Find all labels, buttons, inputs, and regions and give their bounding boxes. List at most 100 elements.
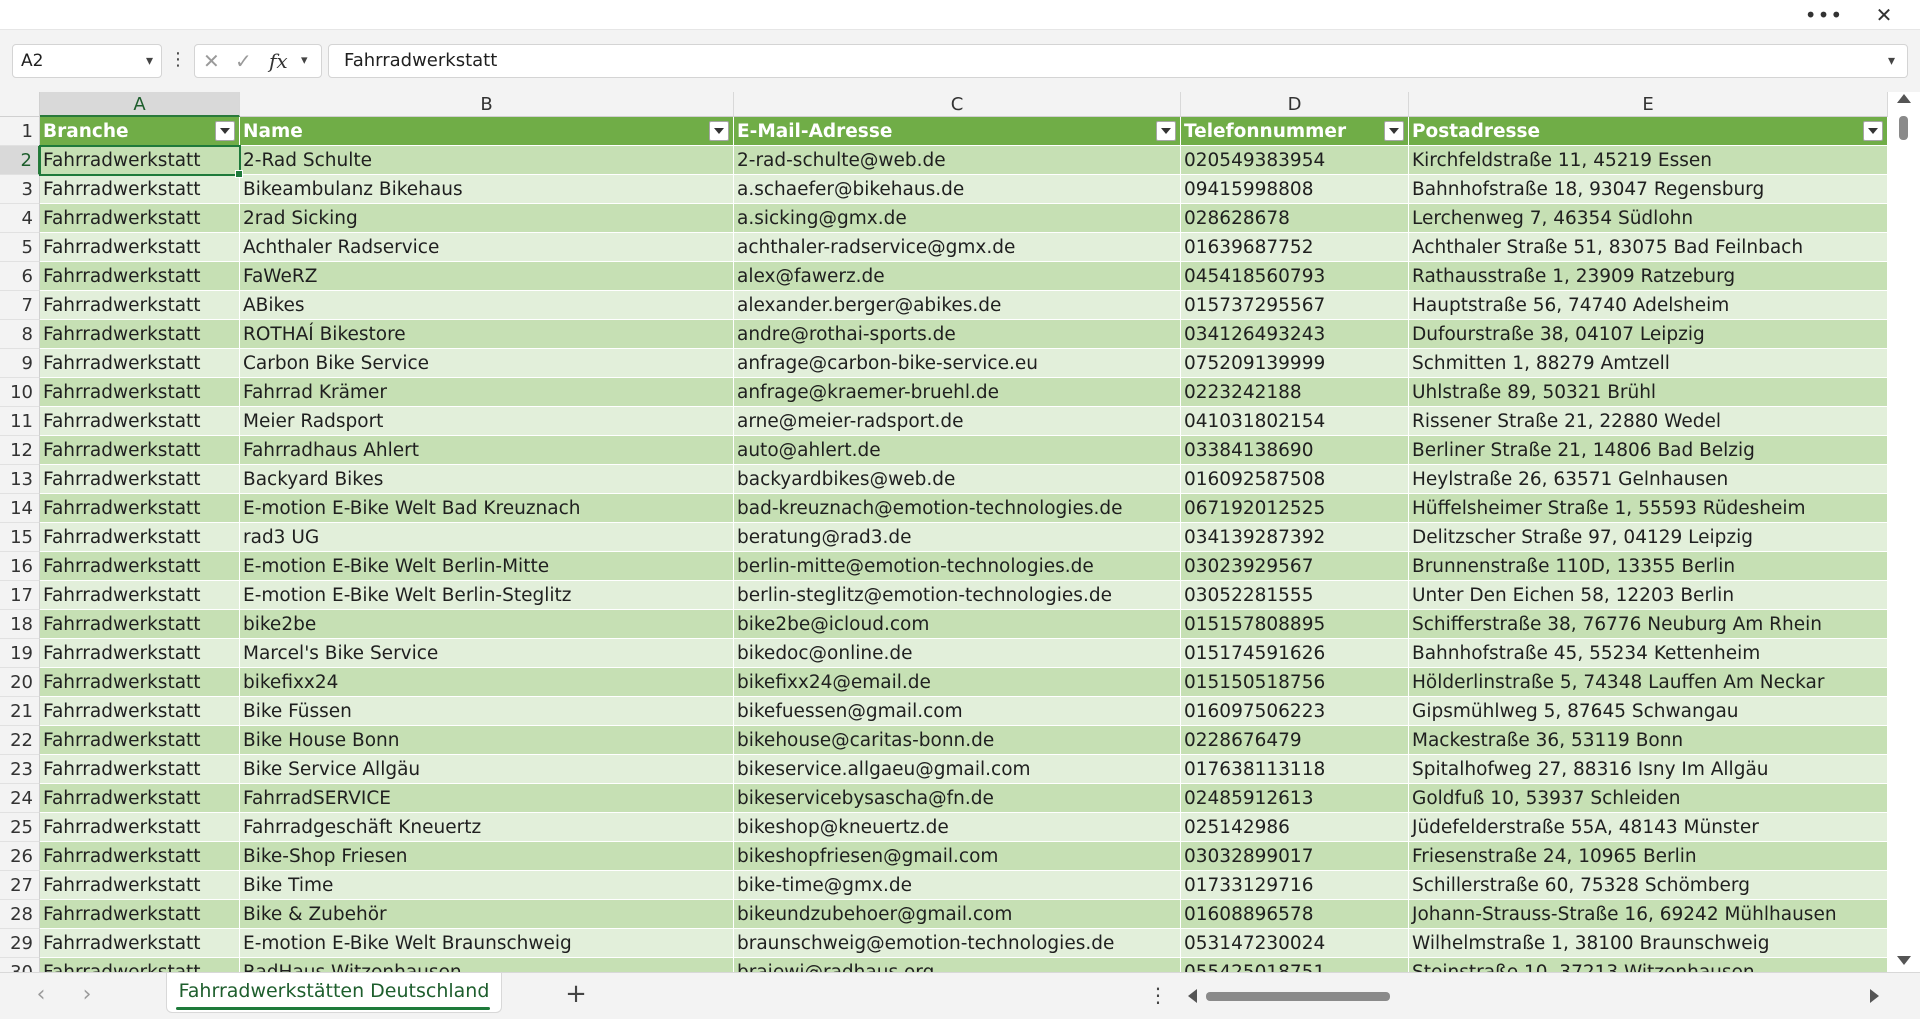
filter-dropdown-icon[interactable] [215, 121, 235, 141]
row-header[interactable]: 4 [0, 204, 40, 233]
vertical-dots-icon[interactable]: ⋮ [168, 44, 188, 78]
table-cell[interactable]: Fahrradwerkstatt [40, 581, 240, 610]
table-cell[interactable]: ROTHAÍ Bikestore [240, 320, 734, 349]
chevron-down-icon[interactable]: ▾ [146, 45, 153, 77]
table-cell[interactable]: berlin-steglitz@emotion-technologies.de [734, 581, 1181, 610]
scroll-down-arrow-icon[interactable] [1897, 956, 1911, 965]
column-header-e[interactable]: E [1409, 92, 1888, 117]
table-cell[interactable]: braunschweig@emotion-technologies.de [734, 929, 1181, 958]
table-cell[interactable]: 034126493243 [1181, 320, 1409, 349]
table-cell[interactable]: Steinstraße 10, 37213 Witzenhausen [1409, 958, 1888, 972]
row-header[interactable]: 7 [0, 291, 40, 320]
row-header[interactable]: 23 [0, 755, 40, 784]
table-cell[interactable]: Heylstraße 26, 63571 Gelnhausen [1409, 465, 1888, 494]
row-header[interactable]: 30 [0, 958, 40, 972]
table-cell[interactable]: 055425018751 [1181, 958, 1409, 972]
row-header[interactable]: 20 [0, 668, 40, 697]
vertical-scroll-thumb[interactable] [1899, 116, 1908, 140]
table-cell[interactable]: RadHaus Witzenhausen [240, 958, 734, 972]
table-cell[interactable]: arne@meier-radsport.de [734, 407, 1181, 436]
table-cell[interactable]: Achthaler Radservice [240, 233, 734, 262]
table-cell[interactable]: Fahrradwerkstatt [40, 900, 240, 929]
row-header[interactable]: 17 [0, 581, 40, 610]
table-cell[interactable]: andre@rothai-sports.de [734, 320, 1181, 349]
row-header[interactable]: 1 [0, 117, 40, 146]
table-cell[interactable]: Berliner Straße 21, 14806 Bad Belzig [1409, 436, 1888, 465]
table-cell[interactable]: Fahrradwerkstatt [40, 378, 240, 407]
table-cell[interactable]: Fahrradwerkstatt [40, 813, 240, 842]
table-cell[interactable]: E-motion E-Bike Welt Bad Kreuznach [240, 494, 734, 523]
table-cell[interactable]: bikefixx24@email.de [734, 668, 1181, 697]
table-cell[interactable]: Carbon Bike Service [240, 349, 734, 378]
table-cell[interactable]: Schifferstraße 38, 76776 Neuburg Am Rhei… [1409, 610, 1888, 639]
table-cell[interactable]: 067192012525 [1181, 494, 1409, 523]
table-cell[interactable]: Fahrradwerkstatt [40, 407, 240, 436]
table-cell[interactable]: 03023929567 [1181, 552, 1409, 581]
table-cell[interactable]: E-motion E-Bike Welt Berlin-Steglitz [240, 581, 734, 610]
table-cell[interactable]: Bike Service Allgäu [240, 755, 734, 784]
table-cell[interactable]: 015150518756 [1181, 668, 1409, 697]
table-cell[interactable]: 03384138690 [1181, 436, 1409, 465]
table-cell[interactable]: Fahrradwerkstatt [40, 494, 240, 523]
table-cell[interactable]: rad3 UG [240, 523, 734, 552]
row-header[interactable]: 10 [0, 378, 40, 407]
table-cell[interactable]: Fahrradwerkstatt [40, 523, 240, 552]
cancel-icon[interactable]: ✕ [203, 45, 220, 77]
table-cell[interactable]: Fahrradwerkstatt [40, 610, 240, 639]
table-cell[interactable]: Fahrradwerkstatt [40, 639, 240, 668]
chevron-down-icon[interactable]: ▾ [301, 45, 308, 77]
table-cell[interactable]: 028628678 [1181, 204, 1409, 233]
table-cell[interactable]: backyardbikes@web.de [734, 465, 1181, 494]
horizontal-scrollbar[interactable] [1180, 981, 1888, 1011]
table-cell[interactable]: bikeshopfriesen@gmail.com [734, 842, 1181, 871]
table-cell[interactable]: Schmitten 1, 88279 Amtzell [1409, 349, 1888, 378]
table-cell[interactable]: Fahrradwerkstatt [40, 784, 240, 813]
table-cell[interactable]: Achthaler Straße 51, 83075 Bad Feilnbach [1409, 233, 1888, 262]
table-cell[interactable]: 03032899017 [1181, 842, 1409, 871]
table-cell[interactable]: Lerchenweg 7, 46354 Südlohn [1409, 204, 1888, 233]
header-cell[interactable]: E-Mail-Adresse [734, 117, 1181, 146]
table-cell[interactable]: a.schaefer@bikehaus.de [734, 175, 1181, 204]
table-cell[interactable]: Hüffelsheimer Straße 1, 55593 Rüdesheim [1409, 494, 1888, 523]
table-cell[interactable]: Fahrradwerkstatt [40, 146, 240, 175]
formula-input[interactable]: Fahrradwerkstatt ▾ [328, 44, 1908, 78]
row-header[interactable]: 24 [0, 784, 40, 813]
table-cell[interactable]: 01639687752 [1181, 233, 1409, 262]
scroll-right-arrow-icon[interactable] [1870, 989, 1879, 1003]
row-header[interactable]: 3 [0, 175, 40, 204]
table-cell[interactable]: 03052281555 [1181, 581, 1409, 610]
table-cell[interactable]: Fahrradwerkstatt [40, 842, 240, 871]
table-cell[interactable]: 017638113118 [1181, 755, 1409, 784]
table-cell[interactable]: FahrradSERVICE [240, 784, 734, 813]
table-cell[interactable]: achthaler-radservice@gmx.de [734, 233, 1181, 262]
table-cell[interactable]: E-motion E-Bike Welt Berlin-Mitte [240, 552, 734, 581]
row-header[interactable]: 9 [0, 349, 40, 378]
more-options-icon[interactable]: ••• [1800, 0, 1848, 30]
table-cell[interactable]: Marcel's Bike Service [240, 639, 734, 668]
row-header[interactable]: 28 [0, 900, 40, 929]
row-header[interactable]: 15 [0, 523, 40, 552]
row-header[interactable]: 13 [0, 465, 40, 494]
row-header[interactable]: 2 [0, 146, 40, 175]
vertical-scrollbar[interactable] [1888, 92, 1920, 972]
table-cell[interactable]: 02485912613 [1181, 784, 1409, 813]
table-cell[interactable]: Fahrradwerkstatt [40, 465, 240, 494]
table-cell[interactable]: 034139287392 [1181, 523, 1409, 552]
next-sheet-icon[interactable]: › [72, 981, 102, 1011]
filter-dropdown-icon[interactable] [709, 121, 729, 141]
table-cell[interactable]: alex@fawerz.de [734, 262, 1181, 291]
table-cell[interactable]: Fahrradwerkstatt [40, 291, 240, 320]
table-cell[interactable]: a.sicking@gmx.de [734, 204, 1181, 233]
table-cell[interactable]: 041031802154 [1181, 407, 1409, 436]
table-cell[interactable]: berlin-mitte@emotion-technologies.de [734, 552, 1181, 581]
table-cell[interactable]: Fahrradgeschäft Kneuertz [240, 813, 734, 842]
horizontal-scroll-thumb[interactable] [1206, 992, 1390, 1001]
table-cell[interactable]: bikeundzubehoer@gmail.com [734, 900, 1181, 929]
row-header[interactable]: 21 [0, 697, 40, 726]
table-cell[interactable]: Fahrradwerkstatt [40, 929, 240, 958]
expand-formula-icon[interactable]: ▾ [1888, 45, 1895, 77]
table-cell[interactable]: Fahrradwerkstatt [40, 697, 240, 726]
table-cell[interactable]: Meier Radsport [240, 407, 734, 436]
table-cell[interactable]: Dufourstraße 38, 04107 Leipzig [1409, 320, 1888, 349]
table-cell[interactable]: Fahrradwerkstatt [40, 871, 240, 900]
